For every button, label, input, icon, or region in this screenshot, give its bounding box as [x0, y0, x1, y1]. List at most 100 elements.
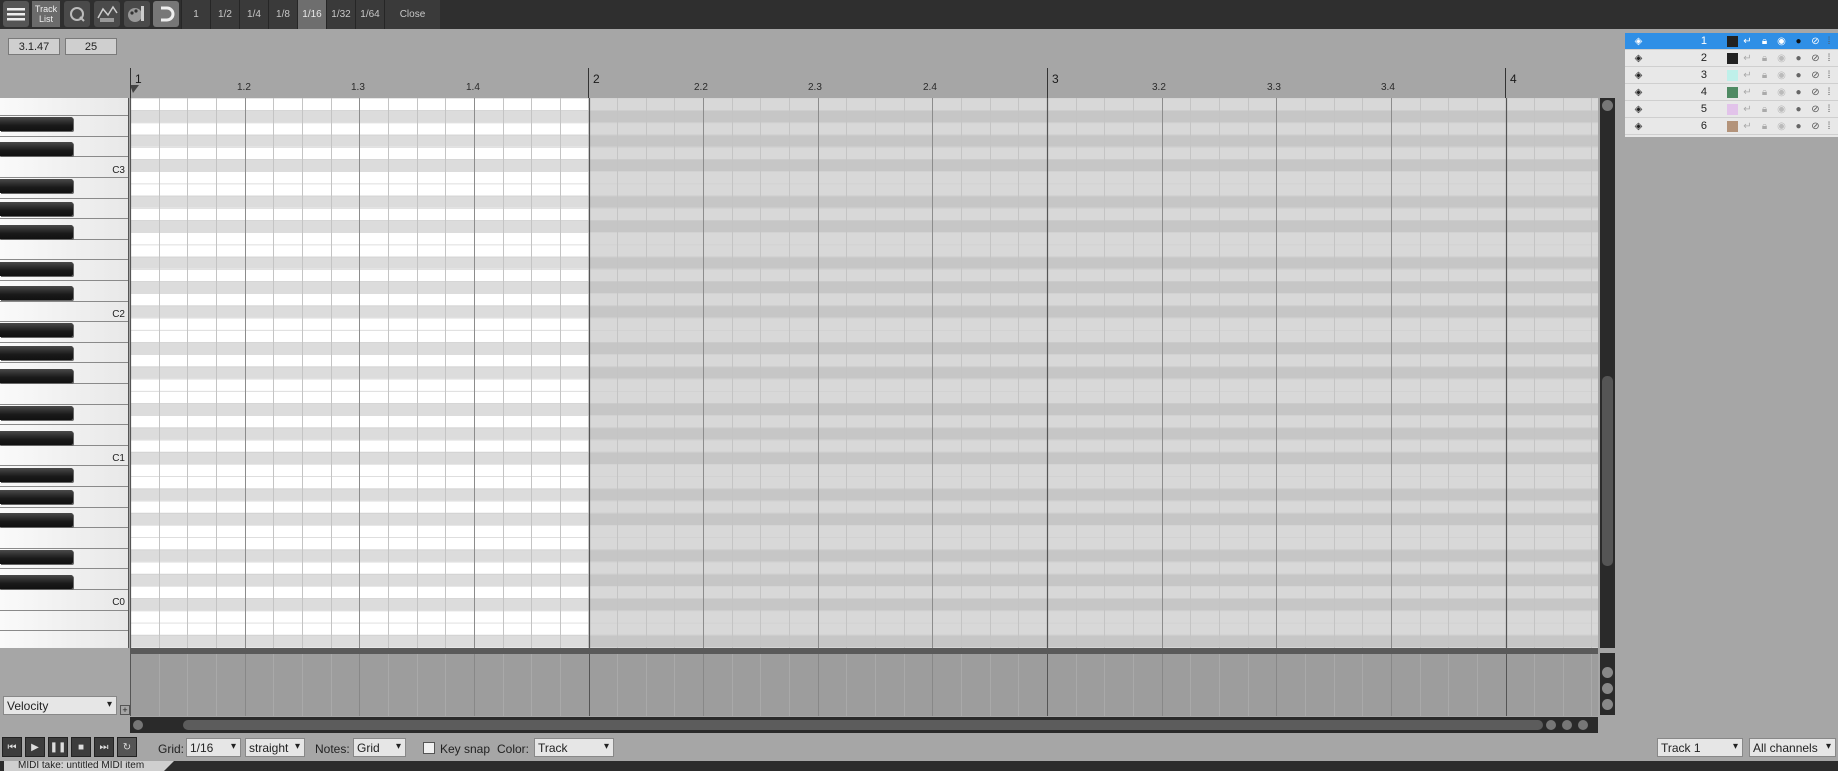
go-to-start-icon[interactable]: ⏮	[2, 737, 22, 757]
solo-icon[interactable]: ●	[1793, 87, 1804, 98]
grid-button-1[interactable]: 1	[181, 0, 210, 29]
visibility-icon[interactable]: ◉	[1776, 87, 1787, 98]
track-row[interactable]: ◈ 3 ↵ 🔒︎ ◉ ● ⊘ ⁞	[1625, 67, 1838, 84]
piano-black-key[interactable]	[0, 346, 73, 361]
stop-icon[interactable]: ■	[71, 737, 91, 757]
track-row[interactable]: ◈ 2 ↵ 🔒︎ ◉ ● ⊘ ⁞	[1625, 50, 1838, 67]
visibility-icon[interactable]: ◉	[1776, 70, 1787, 81]
mute-icon[interactable]: ⊘	[1810, 121, 1821, 132]
piano-black-key[interactable]	[0, 405, 73, 420]
track-diamond-icon[interactable]: ◈	[1633, 87, 1644, 98]
lock-icon[interactable]: 🔒︎	[1759, 121, 1770, 132]
lock-icon[interactable]: 🔒︎	[1759, 70, 1770, 81]
record-arm-icon[interactable]: ↵	[1742, 87, 1753, 98]
position-readout[interactable]: 3.1.47	[8, 38, 60, 55]
track-color-swatch[interactable]	[1727, 121, 1738, 132]
color-select[interactable]: Track ▾	[534, 738, 614, 757]
track-level-icon[interactable]: ⁞	[1826, 104, 1832, 115]
lock-icon[interactable]: 🔒︎	[1759, 53, 1770, 64]
lock-icon[interactable]: 🔒︎	[1759, 36, 1770, 47]
zoom-in-icon[interactable]	[1602, 667, 1613, 678]
track-row[interactable]: ◈ 6 ↵ 🔒︎ ◉ ● ⊘ ⁞	[1625, 118, 1838, 135]
piano-black-key[interactable]	[0, 490, 73, 505]
track-diamond-icon[interactable]: ◈	[1633, 53, 1644, 64]
channels-select[interactable]: All channels ▾	[1749, 738, 1836, 757]
piano-black-key[interactable]	[0, 142, 73, 157]
piano-black-key[interactable]	[0, 179, 73, 194]
piano-white-key[interactable]	[0, 528, 128, 549]
h-zoom-in-icon[interactable]	[1562, 720, 1572, 730]
color-palette-icon[interactable]	[123, 1, 151, 27]
track-color-swatch[interactable]	[1727, 53, 1738, 64]
add-lane-icon[interactable]: +	[120, 705, 130, 715]
grid-button-1-32[interactable]: 1/32	[326, 0, 355, 29]
track-row[interactable]: ◈ 4 ↵ 🔒︎ ◉ ● ⊘ ⁞	[1625, 84, 1838, 101]
piano-black-key[interactable]	[0, 117, 73, 132]
grid-button-1-64[interactable]: 1/64	[355, 0, 384, 29]
scroll-right-icon[interactable]	[1546, 720, 1556, 730]
piano-white-key[interactable]	[0, 239, 128, 261]
piano-keyboard[interactable]: C3 C2 C1 C0	[0, 98, 129, 648]
record-arm-icon[interactable]: ↵	[1742, 104, 1753, 115]
swing-select[interactable]: straight ▾	[245, 738, 305, 757]
quantize-icon[interactable]	[63, 1, 91, 27]
track-level-icon[interactable]: ⁞	[1826, 53, 1832, 64]
grid-button-1-4[interactable]: 1/4	[239, 0, 268, 29]
track-list-button[interactable]: Track List	[31, 1, 61, 27]
track-color-swatch[interactable]	[1727, 36, 1738, 47]
track-diamond-icon[interactable]: ◈	[1633, 121, 1644, 132]
mute-icon[interactable]: ⊘	[1810, 87, 1821, 98]
zoom-out-icon[interactable]	[1602, 699, 1613, 710]
horizontal-scroll-thumb[interactable]	[183, 720, 1543, 730]
scroll-up-icon[interactable]	[1602, 100, 1613, 111]
go-to-end-icon[interactable]: ⏭	[94, 737, 114, 757]
midi-take-tab[interactable]: MIDI take: untitled MIDI item	[4, 761, 174, 771]
record-arm-icon[interactable]: ↵	[1742, 70, 1753, 81]
track-level-icon[interactable]: ⁞	[1826, 36, 1832, 47]
piano-black-key[interactable]	[0, 368, 73, 383]
grid-select[interactable]: 1/16 ▾	[186, 738, 241, 757]
lock-icon[interactable]: 🔒︎	[1759, 104, 1770, 115]
zoom-reset-icon[interactable]	[1602, 683, 1613, 694]
piano-black-key[interactable]	[0, 574, 73, 589]
solo-icon[interactable]: ●	[1793, 70, 1804, 81]
piano-black-key[interactable]	[0, 512, 73, 527]
track-row[interactable]: ◈ 5 ↵ 🔒︎ ◉ ● ⊘ ⁞	[1625, 101, 1838, 118]
track-select[interactable]: Track 1 ▾	[1657, 738, 1743, 757]
solo-icon[interactable]: ●	[1793, 36, 1804, 47]
grid-button-1-8[interactable]: 1/8	[268, 0, 297, 29]
piano-black-key[interactable]	[0, 430, 73, 445]
piano-black-key[interactable]	[0, 261, 73, 276]
solo-icon[interactable]: ●	[1793, 121, 1804, 132]
piano-black-key[interactable]	[0, 286, 73, 301]
piano-roll-grid[interactable]	[130, 98, 1598, 648]
lock-icon[interactable]: 🔒︎	[1759, 87, 1770, 98]
notes-select[interactable]: Grid ▾	[353, 738, 406, 757]
grid-button-1-16[interactable]: 1/16	[297, 0, 326, 29]
track-diamond-icon[interactable]: ◈	[1633, 36, 1644, 47]
visibility-icon[interactable]: ◉	[1776, 53, 1787, 64]
scroll-left-icon[interactable]	[133, 720, 143, 730]
record-arm-icon[interactable]: ↵	[1742, 53, 1753, 64]
track-color-swatch[interactable]	[1727, 70, 1738, 81]
piano-white-key[interactable]	[0, 631, 128, 648]
loop-icon[interactable]: ↻	[117, 737, 137, 757]
pause-icon[interactable]: ❚❚	[48, 737, 68, 757]
piano-white-key[interactable]	[0, 384, 128, 405]
cc-lane-select[interactable]: Velocity ▾	[3, 696, 117, 715]
mute-icon[interactable]: ⊘	[1810, 70, 1821, 81]
track-color-swatch[interactable]	[1727, 104, 1738, 115]
solo-icon[interactable]: ●	[1793, 53, 1804, 64]
track-diamond-icon[interactable]: ◈	[1633, 104, 1644, 115]
visibility-icon[interactable]: ◉	[1776, 36, 1787, 47]
piano-black-key[interactable]	[0, 467, 73, 482]
horizontal-scrollbar[interactable]	[130, 717, 1598, 733]
piano-black-key[interactable]	[0, 550, 73, 565]
piano-white-key[interactable]	[0, 445, 128, 467]
value-readout[interactable]: 25	[65, 38, 117, 55]
close-button[interactable]: Close	[384, 0, 440, 29]
piano-white-key[interactable]	[0, 157, 128, 178]
piano-white-key[interactable]	[0, 590, 128, 611]
menu-icon[interactable]	[2, 1, 30, 27]
record-arm-icon[interactable]: ↵	[1742, 36, 1753, 47]
